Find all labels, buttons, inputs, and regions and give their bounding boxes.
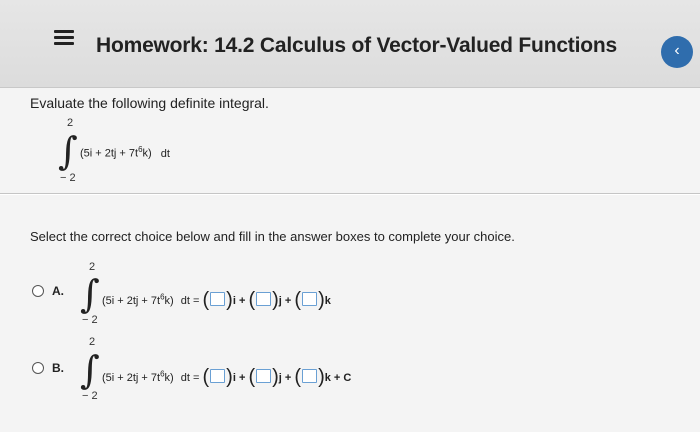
integrand: (5i + 2tj + 7t6k) dt [80, 145, 170, 160]
choice-a-radio[interactable] [32, 285, 44, 297]
upper-limit: 2 [67, 117, 74, 129]
back-button[interactable]: ‹ [661, 36, 693, 68]
choice-b-radio[interactable] [32, 362, 44, 374]
choice-a-expression: (5i + 2tj + 7t6k) dt = ()i + ()j + ()k [102, 289, 331, 311]
chevron-left-icon: ‹ [674, 42, 680, 59]
choice-a-integrand-end: k) [164, 295, 174, 307]
choice-a-answer-i[interactable] [210, 292, 226, 306]
choice-b-answer-i[interactable] [210, 369, 226, 383]
choice-a-answer-k[interactable] [302, 292, 318, 306]
choice-a-integrand: (5i + 2tj + 7t [102, 295, 161, 307]
differential: dt [160, 147, 170, 160]
choice-a-integral-sign: ∫ [80, 272, 100, 316]
integrand-right: k) [142, 147, 152, 160]
page-title: Homework: 14.2 Calculus of Vector-Valued… [96, 34, 617, 57]
choice-a-letter: A. [52, 284, 64, 298]
choice-a-dt-equals: dt = [180, 295, 200, 307]
choice-b-expression: (5i + 2tj + 7t6k) dt = ()i + ()j + ()k +… [102, 366, 352, 388]
choice-b-unit-j: j + [278, 372, 292, 384]
choice-a-answer-j[interactable] [256, 292, 272, 306]
choice-b-dt-equals: dt = [180, 372, 200, 384]
choice-b-answer-k[interactable] [302, 369, 318, 383]
integrand-left: (5i + 2tj + 7t [80, 147, 139, 160]
choice-b-unit-i: i + [232, 372, 246, 384]
choice-b-unit-k: k + C [324, 372, 352, 384]
choice-a-unit-k: k [324, 295, 331, 307]
section-divider [0, 193, 700, 194]
choice-b-integral-sign: ∫ [80, 348, 100, 392]
choice-b-upper-limit: 2 [89, 336, 96, 348]
choice-a-unit-i: i + [232, 295, 246, 307]
choice-b-integrand: (5i + 2tj + 7t [102, 372, 161, 384]
choice-b-lower-limit: − 2 [82, 390, 98, 402]
choice-a-unit-j: j + [278, 295, 292, 307]
choice-b-letter: B. [52, 361, 64, 375]
instruction-text: Select the correct choice below and fill… [30, 229, 515, 244]
choice-b-integrand-end: k) [164, 372, 174, 384]
header-bar: Homework: 14.2 Calculus of Vector-Valued… [0, 0, 700, 88]
question-prompt: Evaluate the following definite integral… [30, 95, 269, 111]
choice-a-lower-limit: − 2 [82, 314, 98, 326]
lower-limit: − 2 [60, 172, 76, 184]
choice-b-answer-j[interactable] [256, 369, 272, 383]
integral-sign: ∫ [58, 129, 78, 173]
hamburger-icon[interactable] [54, 30, 74, 46]
